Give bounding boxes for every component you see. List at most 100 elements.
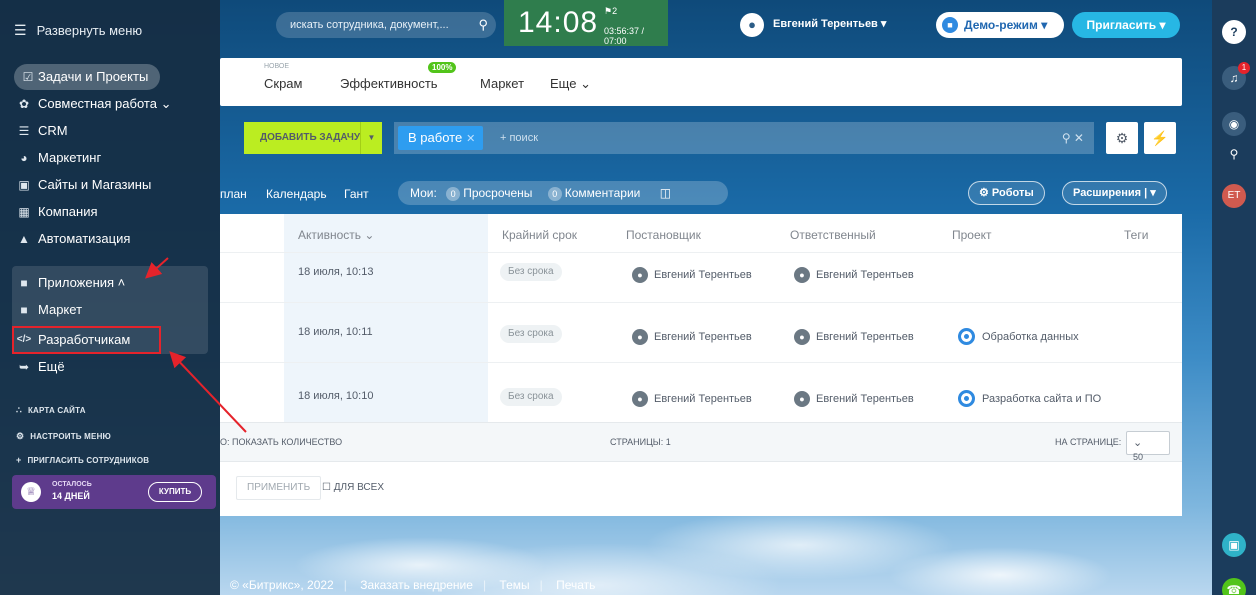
apply-button[interactable]: ПРИМЕНИТЬ: [236, 476, 322, 500]
column-header-creator[interactable]: Постановщик: [626, 228, 701, 242]
menu-item-automation[interactable]: ▲ Автоматизация: [16, 226, 130, 252]
column-header-project[interactable]: Проект: [952, 228, 992, 242]
task-counters: Мои: 0 Просрочены 0 Комментарии ◫: [398, 181, 728, 205]
sitemap-icon: ∴: [16, 405, 22, 415]
tab-more[interactable]: Еще ⌄: [550, 76, 591, 92]
column-header-tags[interactable]: Теги: [1124, 228, 1148, 242]
extensions-button[interactable]: Расширения | ▾: [1062, 181, 1167, 205]
user-icon: ●: [794, 329, 810, 345]
view-gantt[interactable]: Гант: [344, 187, 369, 201]
column-header-responsible[interactable]: Ответственный: [790, 228, 876, 242]
user-icon: ●: [632, 391, 648, 407]
menu-item-collaboration[interactable]: ✿ Совместная работа ⌄: [16, 91, 172, 117]
creator-link[interactable]: ● Евгений Терентьев: [632, 391, 752, 407]
search-clear-icons[interactable]: ⚲ ✕: [1062, 122, 1084, 154]
sitemap-link[interactable]: ∴ КАРТА САЙТА: [16, 405, 86, 416]
cart-icon: ▣: [18, 178, 30, 192]
collaboration-icon: ✿: [18, 97, 30, 111]
tab-efficiency[interactable]: Эффективность: [340, 76, 438, 91]
menu-item-sites[interactable]: ▣ Сайты и Магазины: [16, 172, 151, 198]
chevron-down-icon: ➥: [18, 360, 30, 374]
demo-mode-button[interactable]: ■ Демо-режим ▾: [936, 12, 1064, 38]
tab-market[interactable]: Маркет: [480, 76, 524, 91]
configure-menu-link[interactable]: ⚙ НАСТРОИТЬ МЕНЮ: [16, 431, 111, 442]
user-icon: ●: [632, 267, 648, 283]
lightning-icon[interactable]: ⚡: [1144, 122, 1176, 154]
search-icon[interactable]: ⚲: [1222, 142, 1246, 166]
efficiency-badge: 100%: [428, 62, 457, 73]
project-link[interactable]: Обработка данных: [958, 328, 1079, 345]
menu-item-marketing[interactable]: ◕ Маркетинг: [16, 145, 101, 171]
company-icon: ▦: [18, 205, 30, 219]
workday-clock[interactable]: 14:08 ⚑2 03:56:37 / 07:00: [504, 0, 668, 46]
mine-label: Мои:: [410, 186, 437, 200]
view-switcher: план Календарь Гант Мои: 0 Просрочены 0 Ко…: [220, 178, 1182, 208]
creator-link[interactable]: ● Евгений Терентьев: [632, 267, 752, 283]
deadline-badge[interactable]: Без срока: [500, 263, 562, 281]
menu-item-applications[interactable]: ■ Приложения ˄: [16, 270, 125, 296]
deadline-badge[interactable]: Без срока: [500, 325, 562, 343]
menu-item-crm[interactable]: ☰ CRM: [16, 118, 68, 144]
column-header-deadline[interactable]: Крайний срок: [502, 228, 577, 242]
menu-item-tasks[interactable]: ☑ Задачи и Проекты: [14, 64, 161, 90]
order-link[interactable]: Заказать внедрение: [360, 578, 473, 592]
chat-icon[interactable]: ◫: [660, 186, 671, 200]
filter-placeholder: + поиск: [500, 132, 539, 144]
creator-link[interactable]: ● Евгений Терентьев: [632, 329, 752, 345]
grid-footer: О: ПОКАЗАТЬ КОЛИЧЕСТВО СТРАНИЦЫ: 1 НА СТ…: [220, 422, 1182, 462]
menu-item-market[interactable]: ■ Маркет: [16, 297, 82, 323]
responsible-link[interactable]: ● Евгений Терентьев: [794, 329, 914, 345]
chat-icon: ■: [942, 17, 958, 33]
invite-staff-link[interactable]: + ПРИГЛАСИТЬ СОТРУДНИКОВ: [16, 455, 149, 465]
buy-button[interactable]: КУПИТЬ: [148, 482, 202, 502]
tasks-tabs: НОВОЕ Скрам 100% Эффективность Маркет Ещ…: [220, 58, 1182, 106]
print-link[interactable]: Печать: [556, 578, 595, 592]
global-search-input[interactable]: искать сотрудника, документ,... ⚲: [276, 12, 496, 38]
filter-chip[interactable]: В работе ✕: [398, 126, 484, 150]
search-icon[interactable]: ⚲: [478, 12, 488, 38]
menu-item-company[interactable]: ▦ Компания: [16, 199, 97, 225]
tab-scrum[interactable]: Скрам: [264, 76, 302, 91]
copyright: © «Битрикс», 2022: [230, 578, 334, 592]
per-page-select[interactable]: 50 ⌄: [1126, 431, 1170, 462]
column-header-activity[interactable]: Активность ⌄: [298, 228, 374, 242]
cube-icon: ■: [20, 276, 28, 290]
menu-item-more[interactable]: ➥ Ещё: [16, 354, 65, 380]
user-icon: ●: [632, 329, 648, 345]
open-lines-icon[interactable]: ▣: [1222, 533, 1246, 557]
cube-icon: ■: [20, 303, 28, 317]
close-icon[interactable]: ✕: [466, 133, 475, 145]
user-avatar[interactable]: ЕТ: [1222, 184, 1246, 208]
expand-menu-button[interactable]: ☰ Развернуть меню: [14, 22, 142, 39]
annotation-highlight-box: [12, 326, 161, 354]
show-count-link[interactable]: О: ПОКАЗАТЬ КОЛИЧЕСТВО: [220, 437, 342, 447]
help-icon[interactable]: ?: [1222, 20, 1246, 44]
add-task-button[interactable]: ДОБАВИТЬ ЗАДАЧУ ▼: [244, 122, 382, 154]
divider: [220, 362, 1182, 363]
chevron-down-icon[interactable]: ▼: [360, 122, 382, 154]
clock-time: 14:08: [518, 6, 599, 39]
deadline-badge[interactable]: Без срока: [500, 388, 562, 406]
project-link[interactable]: Разработка сайта и ПО: [958, 390, 1101, 407]
divider: [220, 252, 1182, 253]
comments-counter[interactable]: 0 Комментарии: [547, 186, 640, 201]
call-icon[interactable]: ☎: [1222, 578, 1246, 595]
user-menu[interactable]: Евгений Терентьев ▾: [773, 17, 886, 30]
overdue-counter[interactable]: 0 Просрочены: [446, 186, 532, 201]
responsible-link[interactable]: ● Евгений Терентьев: [794, 267, 914, 283]
robots-button[interactable]: ⚙ Роботы: [968, 181, 1045, 205]
view-plan[interactable]: план: [220, 187, 247, 201]
crown-icon: ♕: [21, 482, 41, 502]
filter-search-input[interactable]: В работе ✕ + поиск ⚲ ✕: [394, 122, 1094, 154]
responsible-link[interactable]: ● Евгений Терентьев: [794, 391, 914, 407]
invite-button[interactable]: Пригласить ▾: [1072, 12, 1180, 38]
trial-left-label: ОСТАЛОСЬ: [52, 481, 92, 488]
left-menu: ☰ Развернуть меню ☑ Задачи и Проекты ✿ Совм…: [0, 0, 220, 595]
gear-icon[interactable]: ⚙: [1106, 122, 1138, 154]
view-calendar[interactable]: Календарь: [266, 187, 327, 201]
user-icon: ●: [794, 391, 810, 407]
themes-link[interactable]: Темы: [499, 578, 529, 592]
chat-icon[interactable]: ◉: [1222, 112, 1246, 136]
user-avatar-icon[interactable]: ●: [740, 13, 764, 37]
for-all-checkbox[interactable]: ☐ ДЛЯ ВСЕХ: [322, 482, 384, 493]
